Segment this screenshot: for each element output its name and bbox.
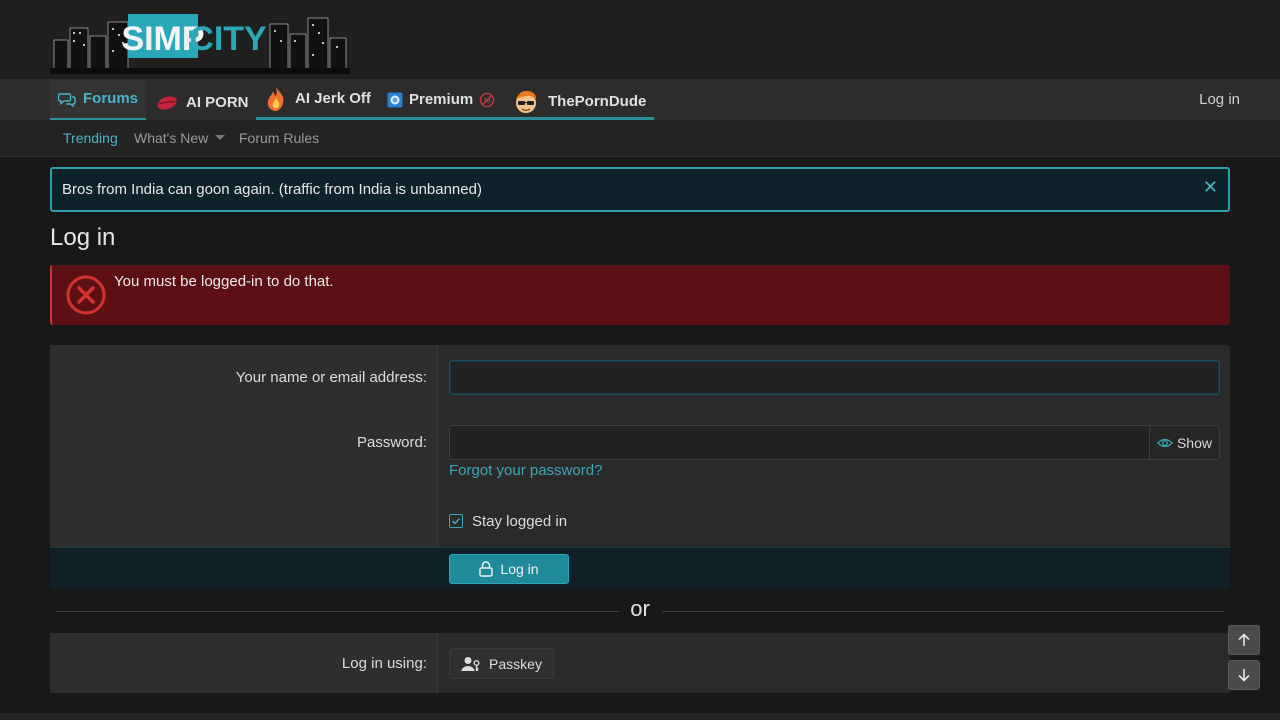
tab-ai-jerk-off[interactable]: AI Jerk Off (265, 79, 371, 120)
site-header: SIMP CITY (0, 0, 1280, 79)
footer-edge (0, 713, 1280, 720)
notice-banner: Bros from India can goon again. (traffic… (50, 167, 1230, 212)
notice-text: Bros from India can goon again. (traffic… (62, 181, 482, 198)
tab-ai-porn[interactable]: AI PORN (156, 79, 249, 120)
passkey-button[interactable]: Passkey (449, 648, 554, 679)
forgot-password-link[interactable]: Forgot your password? (449, 462, 602, 479)
close-icon[interactable]: ✕ (1203, 177, 1218, 198)
svg-text:18: 18 (484, 98, 491, 104)
lips-icon (157, 95, 177, 110)
flame-icon (267, 86, 284, 111)
username-label: Your name or email address: (235, 369, 427, 386)
scroll-to-top-button[interactable] (1228, 625, 1260, 655)
arrow-up-icon (1238, 633, 1250, 646)
password-input[interactable] (449, 425, 1150, 460)
stay-logged-in-label[interactable]: Stay logged in (472, 513, 567, 530)
error-message-block: You must be logged-in to do that. (50, 265, 1230, 325)
scroll-to-bottom-button[interactable] (1228, 660, 1260, 690)
show-password-button[interactable]: Show (1149, 425, 1220, 460)
login-submit-label: Log in (500, 561, 539, 577)
form-label-column: Your name or email address: Password: (50, 345, 438, 547)
or-divider: or (50, 596, 1230, 626)
header-login-link[interactable]: Log in (1199, 79, 1240, 120)
page-title: Log in (50, 224, 116, 251)
chevron-down-icon[interactable] (215, 135, 225, 141)
tab-forums[interactable]: Forums (50, 79, 146, 120)
password-label: Password: (356, 434, 427, 451)
tab-ai-jerk-off-label: AI Jerk Off (295, 90, 371, 107)
no-ads-icon: 18 (479, 92, 495, 107)
dude-avatar-icon (516, 90, 536, 113)
eye-icon (1157, 438, 1173, 447)
show-password-label: Show (1176, 434, 1212, 451)
tab-theporndude-label: ThePornDude (548, 93, 647, 110)
premium-badge-icon (387, 92, 403, 107)
login-using-label: Log in using: (341, 655, 427, 672)
subnav-trending[interactable]: Trending (63, 120, 118, 156)
checkmark-icon (451, 517, 461, 525)
chat-bubbles-icon (58, 92, 76, 107)
lock-icon (479, 561, 494, 577)
user-key-icon (461, 656, 480, 671)
tab-premium[interactable]: Premium 18 (387, 79, 495, 120)
tab-theporndude[interactable]: ThePornDude (513, 79, 646, 120)
or-text: or (630, 596, 650, 621)
subnav-whats-new[interactable]: What's New (134, 120, 208, 156)
username-input[interactable] (449, 360, 1220, 395)
error-circle-icon (66, 275, 106, 315)
arrow-down-icon (1238, 669, 1250, 682)
stay-logged-in-checkbox[interactable] (449, 514, 463, 528)
main-navbar: Forums AI PORN AI Jerk Off Premium 18 Th… (0, 79, 1280, 120)
site-logo[interactable]: SIMP CITY (50, 10, 350, 74)
tab-premium-label: Premium (409, 91, 474, 108)
sub-navbar: Trending What's New Forum Rules (0, 120, 1280, 157)
svg-text:CITY: CITY (189, 20, 267, 58)
login-form: Your name or email address: Password: Sh… (50, 345, 1230, 589)
tab-ai-porn-label: AI PORN (186, 94, 249, 111)
error-text: You must be logged-in to do that. (114, 273, 334, 290)
login-submit-button[interactable]: Log in (449, 554, 569, 584)
alternative-login: Log in using: Passkey (50, 633, 1230, 693)
alt-label-column: Log in using: (50, 633, 438, 693)
subnav-forum-rules[interactable]: Forum Rules (239, 120, 319, 156)
tab-forums-label: Forums (83, 90, 139, 107)
form-footer: Log in (50, 547, 1230, 589)
passkey-label: Passkey (489, 655, 542, 672)
